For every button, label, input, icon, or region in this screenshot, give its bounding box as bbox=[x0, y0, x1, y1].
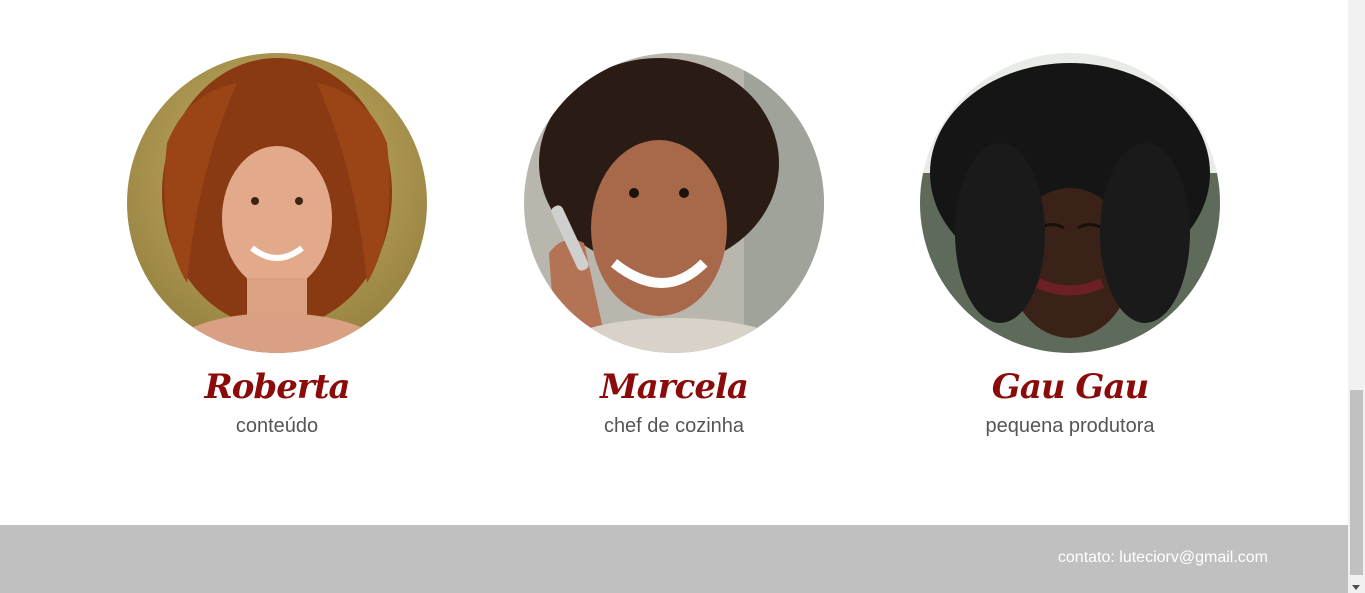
member-role: conteúdo bbox=[235, 415, 319, 437]
member-name: Gau Gau bbox=[991, 367, 1149, 407]
member-role: chef de cozinha bbox=[603, 415, 745, 437]
page: Roberta conteúdo Marcela chef de cozinha… bbox=[0, 0, 1348, 593]
footer-contact[interactable]: contato: luteciorv@gmail.com bbox=[1058, 549, 1268, 567]
team-member-marcela: Marcela chef de cozinha bbox=[514, 53, 834, 439]
member-photo bbox=[127, 53, 427, 353]
team-member-roberta: Roberta conteúdo bbox=[117, 53, 437, 439]
member-photo bbox=[920, 53, 1220, 353]
vertical-scrollbar[interactable] bbox=[1348, 0, 1365, 593]
scrollbar-thumb[interactable] bbox=[1350, 390, 1363, 575]
member-role: pequena produtora bbox=[985, 415, 1155, 437]
member-name: Marcela bbox=[600, 367, 749, 407]
scroll-down-arrow-icon[interactable] bbox=[1352, 585, 1360, 590]
member-photo bbox=[524, 53, 824, 353]
team-member-gau-gau: Gau Gau pequena produtora bbox=[910, 53, 1230, 439]
member-name: Roberta bbox=[204, 367, 351, 407]
footer: contato: luteciorv@gmail.com bbox=[0, 525, 1348, 593]
team-section: Roberta conteúdo Marcela chef de cozinha… bbox=[0, 53, 1348, 453]
